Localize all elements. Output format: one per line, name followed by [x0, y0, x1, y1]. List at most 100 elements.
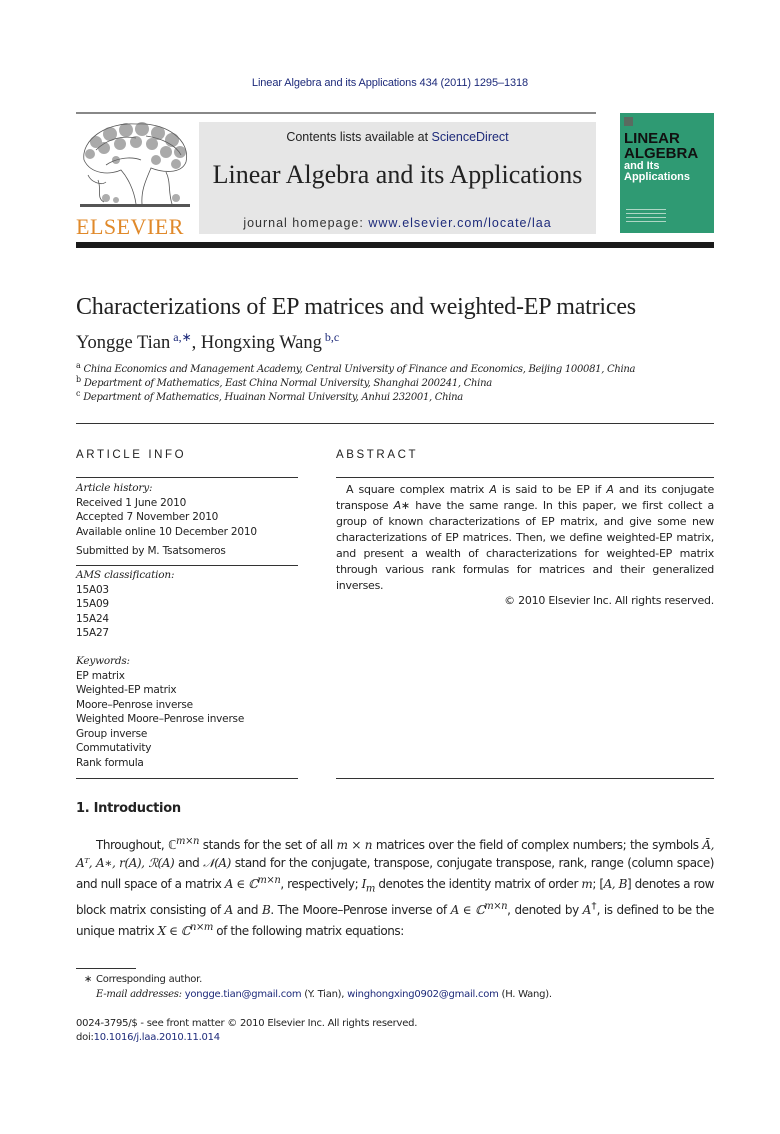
- email-link-tian[interactable]: yongge.tian@gmail.com: [185, 989, 302, 1000]
- introduction-paragraph: Throughout, ℂ m×n stands for the set of a…: [76, 833, 714, 940]
- math-expression: A: [582, 903, 592, 918]
- math-symbol: A: [606, 483, 614, 496]
- cover-title-line-4: Applications: [624, 171, 691, 183]
- math-symbol: A∗: [393, 499, 411, 512]
- keyword: Group inverse: [76, 727, 148, 740]
- submitted-by: Submitted by M. Tsatsomeros: [76, 545, 226, 557]
- keywords-heading: Keywords:: [76, 655, 130, 667]
- intro-text: ; [: [592, 877, 604, 891]
- journal-cover[interactable]: LINEAR ALGEBRA and Its Applications: [620, 113, 714, 233]
- math-symbol: A: [489, 483, 497, 496]
- doi-label: doi:: [76, 1032, 94, 1043]
- math-expression: A: [224, 903, 234, 918]
- abstract-rule: [336, 477, 714, 478]
- abstract-text: is said to be EP if: [496, 483, 607, 496]
- intro-text: of the following matrix equations:: [212, 924, 404, 939]
- cover-fine-print: [626, 209, 666, 225]
- article-info-label: ARTICLE INFO: [76, 449, 187, 461]
- ams-code: 15A27: [76, 627, 109, 639]
- intro-text: , denoted by: [507, 903, 583, 918]
- header-top-rule: [76, 112, 596, 114]
- affiliation-text: Department of Mathematics, East China No…: [83, 378, 492, 389]
- math-expression: X ∈ ℂ: [157, 924, 191, 939]
- math-expression: A ∈ ℂ: [224, 877, 258, 891]
- keyword: Weighted Moore–Penrose inverse: [76, 713, 245, 725]
- cover-title-line-2: ALGEBRA: [624, 145, 699, 162]
- intro-text: . The Moore–Penrose inverse of: [270, 903, 451, 918]
- ams-code: 15A09: [76, 598, 109, 610]
- email-owner: (Y. Tian),: [301, 989, 348, 1000]
- history-heading: Article history:: [76, 482, 153, 494]
- math-expression: m: [581, 877, 593, 891]
- affiliation-mark: a: [76, 361, 81, 370]
- doi-link[interactable]: 10.1016/j.laa.2010.11.014: [94, 1032, 221, 1043]
- abstract-body: A square complex matrix A is said to be …: [336, 482, 714, 594]
- math-superscript: m×n: [484, 901, 508, 913]
- intro-text: and: [174, 856, 204, 870]
- homepage-line: journal homepage: www.elsevier.com/locat…: [199, 216, 596, 230]
- ams-classification: AMS classification: 15A03 15A09 15A24 15…: [76, 568, 174, 641]
- author-name: Hongxing Wang: [200, 333, 322, 353]
- keyword: Rank formula: [76, 756, 144, 769]
- homepage-link[interactable]: www.elsevier.com/locate/laa: [368, 216, 551, 230]
- keyword: Moore–Penrose inverse: [76, 698, 193, 711]
- homepage-prefix: journal homepage:: [243, 216, 369, 230]
- intro-text: Throughout, ℂ: [96, 838, 177, 852]
- doi-line: doi:10.1016/j.laa.2010.11.014: [76, 1032, 220, 1043]
- email-link-wang[interactable]: winghongxing0902@gmail.com: [347, 989, 499, 1000]
- introduction-heading: 1. Introduction: [76, 801, 181, 816]
- ams-code: 15A03: [76, 583, 109, 596]
- ams-heading: AMS classification:: [76, 569, 175, 581]
- cover-title-line-1: LINEAR: [624, 130, 680, 147]
- affiliation-mark: b: [76, 375, 81, 384]
- affiliation-mark: c: [76, 389, 81, 398]
- email-owner: (H. Wang).: [498, 989, 553, 1000]
- ams-code: 15A24: [76, 612, 109, 625]
- abstract-bottom-rule: [336, 778, 714, 779]
- issn-line: 0024-3795/$ - see front matter © 2010 El…: [76, 1018, 418, 1029]
- affiliation-text: China Economics and Management Academy, …: [83, 364, 636, 375]
- intro-text: stands for the set of all: [199, 838, 337, 852]
- affiliation: b Department of Mathematics, East China N…: [76, 375, 492, 390]
- elsevier-tree-icon: [80, 122, 190, 207]
- keywords: Keywords: EP matrix Weighted-EP matrix M…: [76, 654, 244, 770]
- abstract-text: have the same range. In this paper, we f…: [336, 499, 714, 592]
- article-info-rule: [76, 477, 298, 478]
- elsevier-wordmark: ELSEVIER: [76, 214, 184, 239]
- keyword: Commutativity: [76, 742, 152, 754]
- contents-prefix: Contents lists available at: [286, 130, 432, 144]
- email-addresses: E-mail addresses: yongge.tian@gmail.com …: [96, 989, 552, 1000]
- author-list: Yongge Tian a,∗, Hongxing Wang b,c: [76, 330, 339, 354]
- section-rule: [76, 423, 714, 424]
- article-info-rule: [76, 778, 298, 779]
- contents-line: Contents lists available at ScienceDirec…: [199, 130, 596, 144]
- article-info-rule: [76, 565, 298, 566]
- math-superscript: m×n: [257, 875, 281, 886]
- introduction-body: Throughout, ℂ m×n stands for the set of a…: [76, 833, 714, 940]
- footnote-rule: [76, 968, 136, 969]
- abstract-label: ABSTRACT: [336, 449, 419, 461]
- header-thick-rule: [76, 242, 714, 248]
- author-marks[interactable]: a,∗: [173, 330, 191, 344]
- keyword: Weighted-EP matrix: [76, 684, 177, 696]
- author-marks[interactable]: b,c: [325, 330, 339, 344]
- math-superscript: n×m: [189, 922, 213, 934]
- corresponding-author-note: Corresponding author.: [96, 974, 203, 985]
- footnote-star: ∗: [84, 974, 93, 985]
- email-label: E-mail addresses:: [96, 989, 185, 1000]
- article-history: Article history: Received 1 June 2010 Ac…: [76, 481, 257, 539]
- author-name: Yongge Tian: [76, 333, 171, 353]
- history-accepted: Accepted 7 November 2010: [76, 511, 219, 523]
- math-subscript: m: [365, 883, 375, 895]
- journal-name: Linear Algebra and its Applications: [212, 160, 583, 189]
- math-expression: A, B: [603, 877, 628, 891]
- sciencedirect-link[interactable]: ScienceDirect: [432, 130, 509, 144]
- intro-text: and: [232, 903, 262, 918]
- journal-reference: Linear Algebra and its Applications 434 …: [251, 77, 529, 89]
- intro-text: matrices over the field of complex numbe…: [372, 838, 703, 852]
- elsevier-logo[interactable]: ELSEVIER: [76, 120, 196, 239]
- abstract-copyright: © 2010 Elsevier Inc. All rights reserved…: [504, 594, 714, 607]
- journal-banner: Contents lists available at ScienceDirec…: [199, 122, 596, 234]
- math-expression: 𝒩(A): [203, 856, 231, 870]
- affiliation: c Department of Mathematics, Huainan Norm…: [76, 389, 463, 404]
